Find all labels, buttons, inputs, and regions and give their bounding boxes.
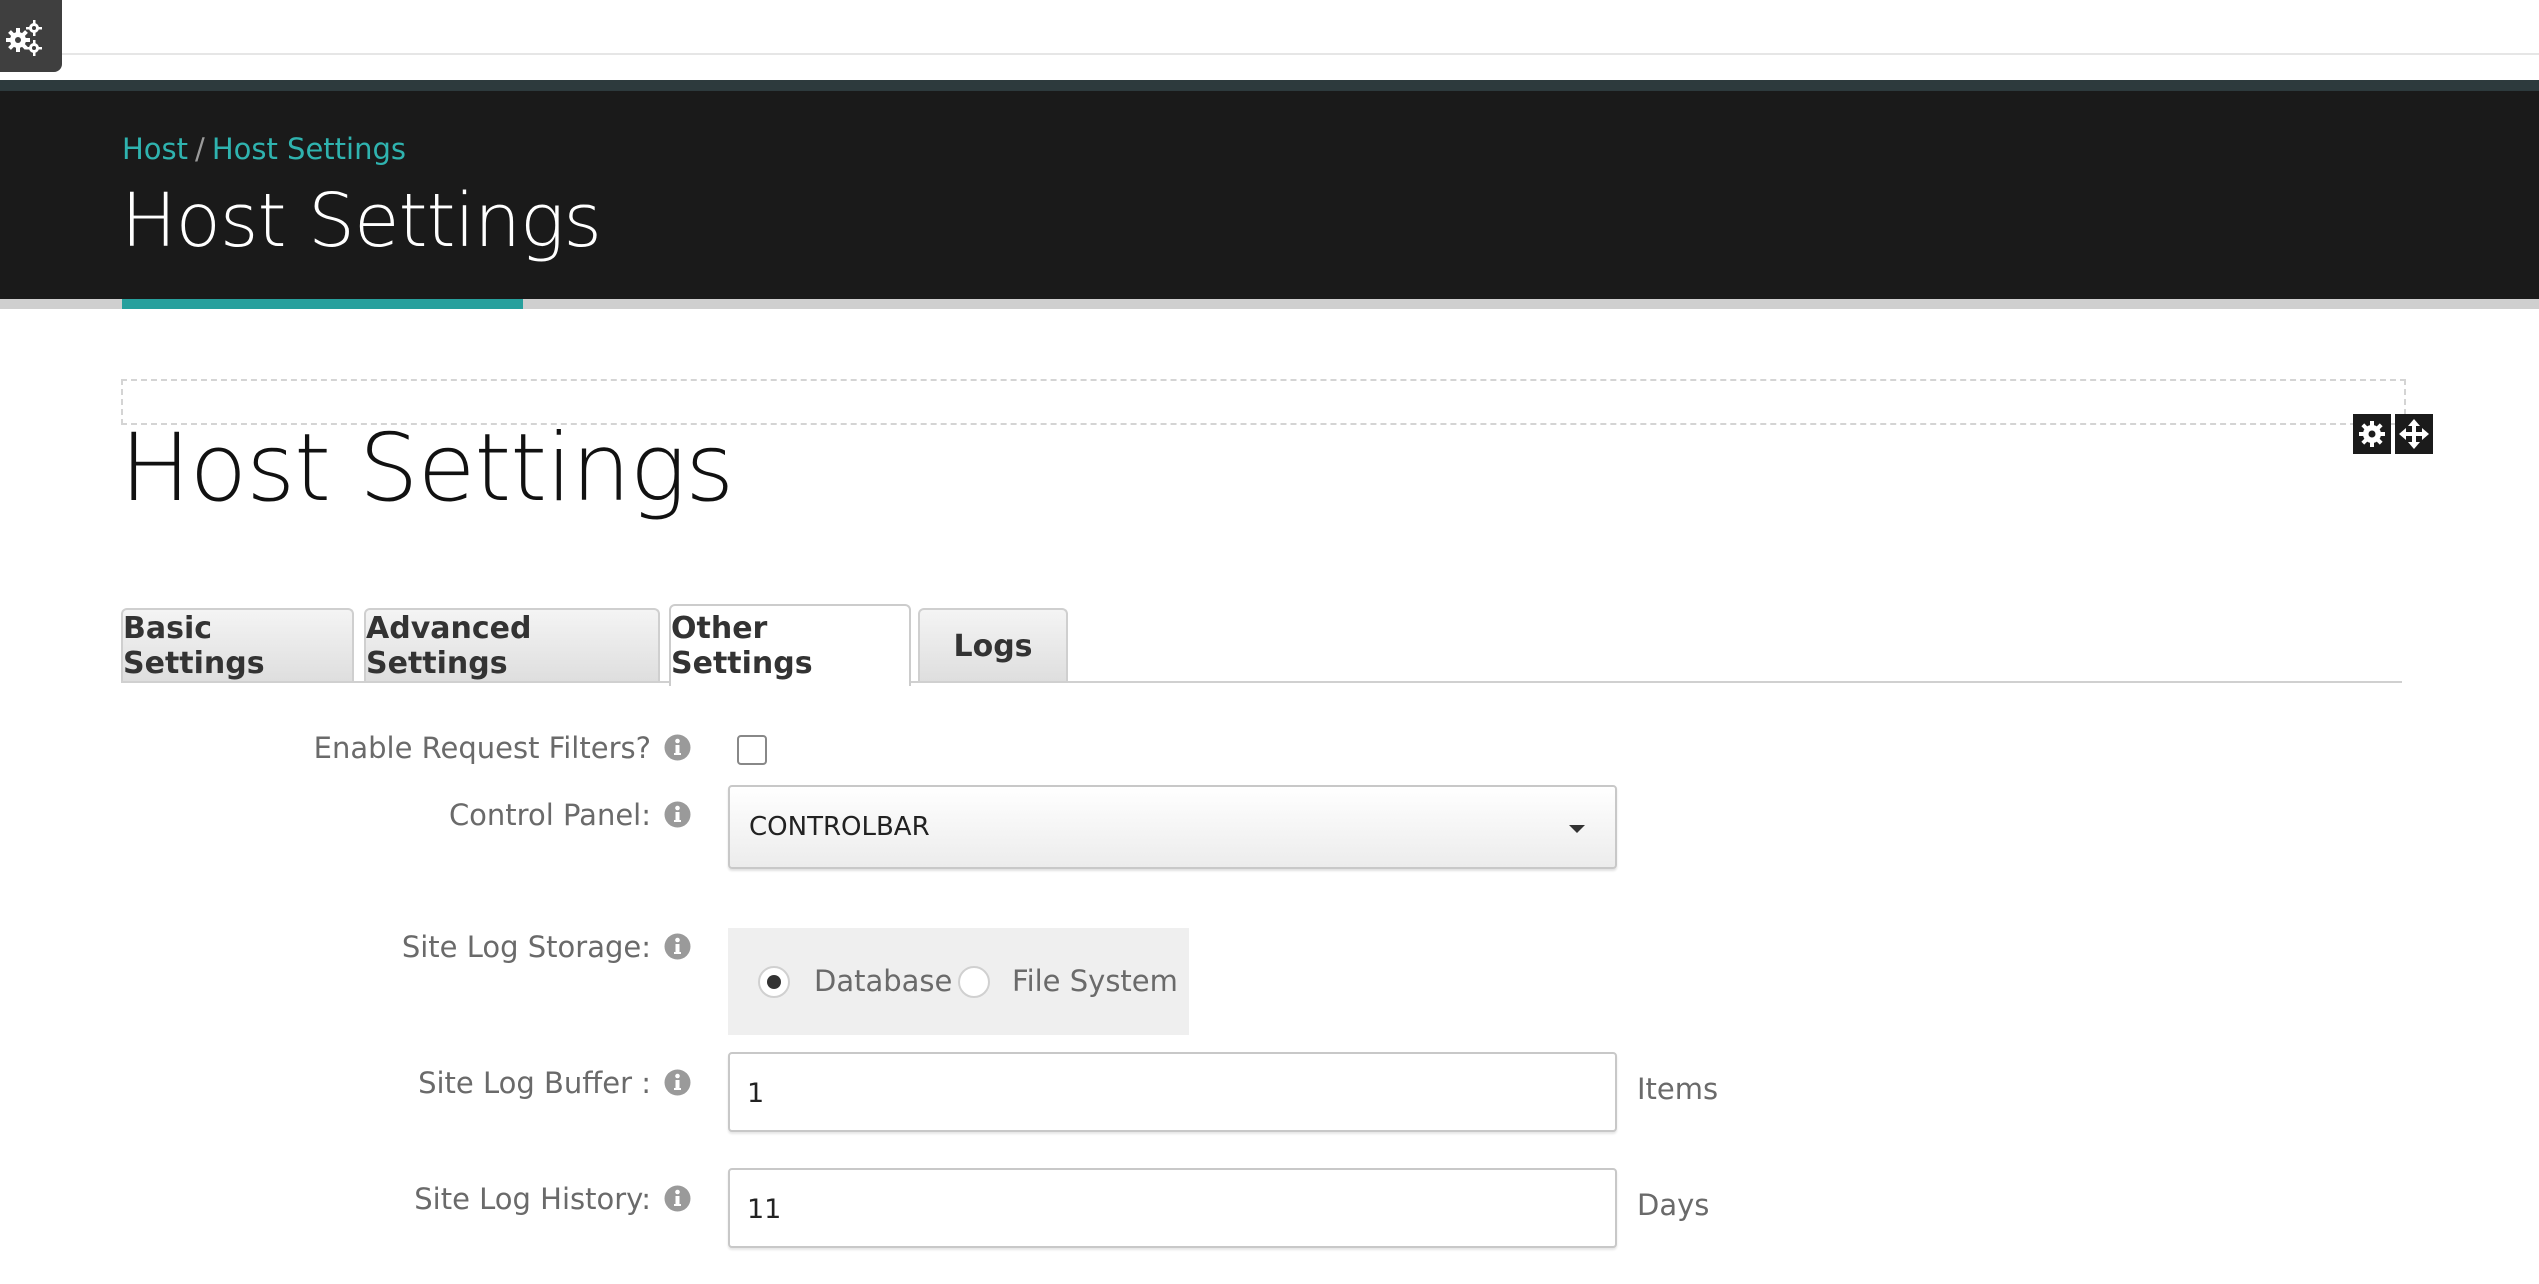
pane-actions: [2353, 414, 2433, 454]
info-icon[interactable]: [664, 1069, 691, 1096]
tab-logs[interactable]: Logs: [918, 608, 1068, 682]
site-log-storage-options: Database File System: [728, 928, 1189, 1035]
control-panel-label: Control Panel:: [448, 798, 651, 832]
site-log-history-input[interactable]: 11: [728, 1168, 1617, 1248]
move-icon: [2399, 419, 2429, 449]
info-icon[interactable]: [664, 801, 691, 828]
tab-other-settings[interactable]: Other Settings: [669, 604, 911, 686]
breadcrumb-separator: /: [195, 132, 205, 166]
gears-icon: [6, 20, 42, 56]
request-filters-checkbox[interactable]: [737, 735, 767, 765]
breadcrumb: Host / Host Settings: [122, 132, 406, 166]
radio-file-system-label[interactable]: File System: [1012, 964, 1178, 998]
breadcrumb-host-link[interactable]: Host: [122, 132, 188, 166]
admin-top-bar: [0, 0, 2539, 55]
tab-advanced-settings[interactable]: Advanced Settings: [364, 608, 660, 682]
module-move-button[interactable]: [2395, 414, 2433, 454]
radio-database[interactable]: [758, 966, 790, 998]
gear-icon: [2359, 421, 2385, 447]
admin-settings-toggle[interactable]: [0, 0, 62, 72]
radio-file-system[interactable]: [958, 966, 990, 998]
site-log-history-unit: Days: [1637, 1188, 1710, 1222]
site-log-buffer-label: Site Log Buffer :: [418, 1066, 651, 1100]
module-title: Host Settings: [120, 414, 734, 523]
module-settings-button[interactable]: [2353, 414, 2391, 454]
info-icon[interactable]: [664, 1185, 691, 1212]
control-panel-select[interactable]: CONTROLBAR: [728, 785, 1617, 869]
tabs-baseline: [121, 681, 2402, 683]
header-divider: [0, 80, 2539, 91]
chevron-down-icon: [1569, 825, 1585, 833]
breadcrumb-current-link[interactable]: Host Settings: [212, 132, 406, 166]
request-filters-label: Enable Request Filters?: [313, 731, 651, 765]
page-title: Host Settings: [121, 178, 602, 264]
info-icon[interactable]: [664, 734, 691, 761]
site-log-buffer-input[interactable]: 1: [728, 1052, 1617, 1132]
site-log-storage-label: Site Log Storage:: [401, 930, 651, 964]
tab-basic-settings[interactable]: Basic Settings: [121, 608, 354, 682]
header-accent-bar: [122, 299, 523, 309]
site-log-buffer-unit: Items: [1637, 1072, 1719, 1106]
info-icon[interactable]: [664, 933, 691, 960]
site-log-buffer-value: 1: [747, 1078, 765, 1109]
site-log-history-value: 11: [747, 1194, 782, 1225]
control-panel-value: CONTROLBAR: [749, 812, 930, 842]
site-log-history-label: Site Log History:: [414, 1182, 651, 1216]
radio-database-label[interactable]: Database: [814, 964, 952, 998]
